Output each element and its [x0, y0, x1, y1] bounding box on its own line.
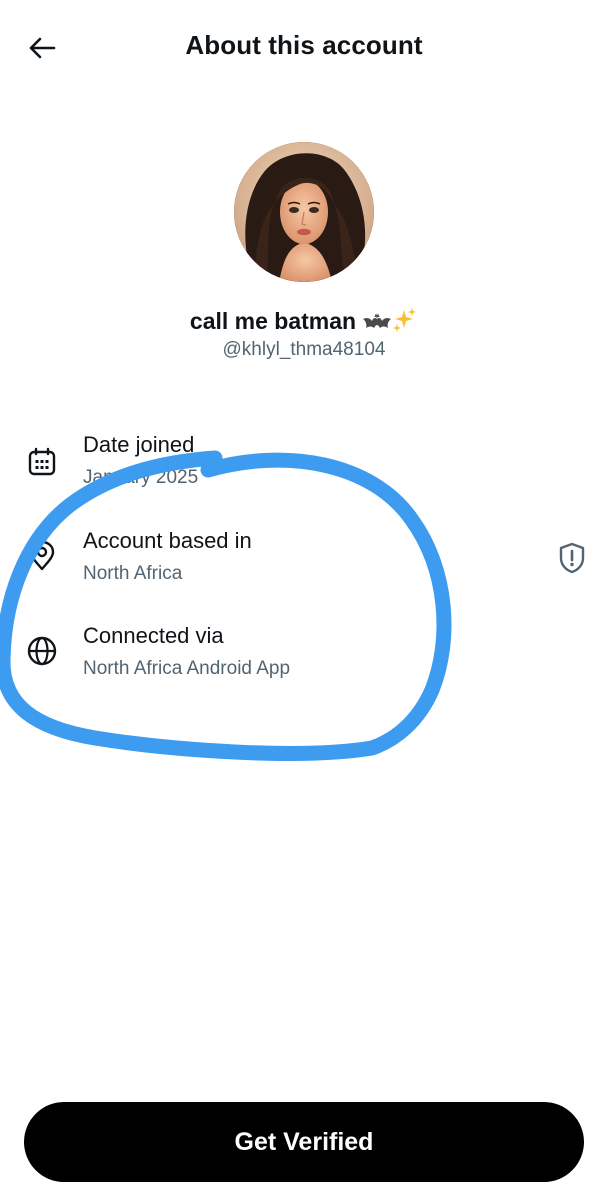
info-value: North Africa: [83, 563, 183, 584]
avatar-image: [234, 142, 374, 282]
shield-alert-icon: [559, 542, 585, 574]
info-row-connected-via: Connected via North Africa Android App: [0, 621, 608, 701]
shield-alert-button[interactable]: [552, 538, 592, 578]
info-label: Account based in: [83, 528, 252, 553]
info-label: Connected via: [83, 623, 224, 648]
get-verified-button[interactable]: Get Verified: [24, 1102, 584, 1182]
info-value: North Africa Android App: [83, 658, 291, 679]
info-label: Date joined: [83, 432, 195, 457]
location-pin-icon: [22, 536, 62, 576]
info-row-account-based-in: Account based in North Africa: [0, 526, 608, 606]
info-value: January 2025: [83, 467, 199, 488]
avatar[interactable]: [234, 142, 374, 282]
about-account-screen: About this account call me batman @khlyl…: [0, 0, 608, 1199]
page-title: About this account: [185, 30, 423, 60]
handle: @khlyl_thma48104: [222, 339, 386, 360]
bat-icon: [363, 313, 392, 328]
name-emojis: [362, 307, 418, 339]
info-row-date-joined: Date joined January 2025: [0, 430, 608, 510]
display-name-row: call me batman: [0, 307, 608, 339]
globe-icon: [22, 631, 62, 671]
header: About this account: [0, 0, 608, 96]
display-name: call me batman: [189, 308, 357, 334]
calendar-icon: [22, 442, 62, 482]
sparkles-icon: [393, 308, 417, 332]
